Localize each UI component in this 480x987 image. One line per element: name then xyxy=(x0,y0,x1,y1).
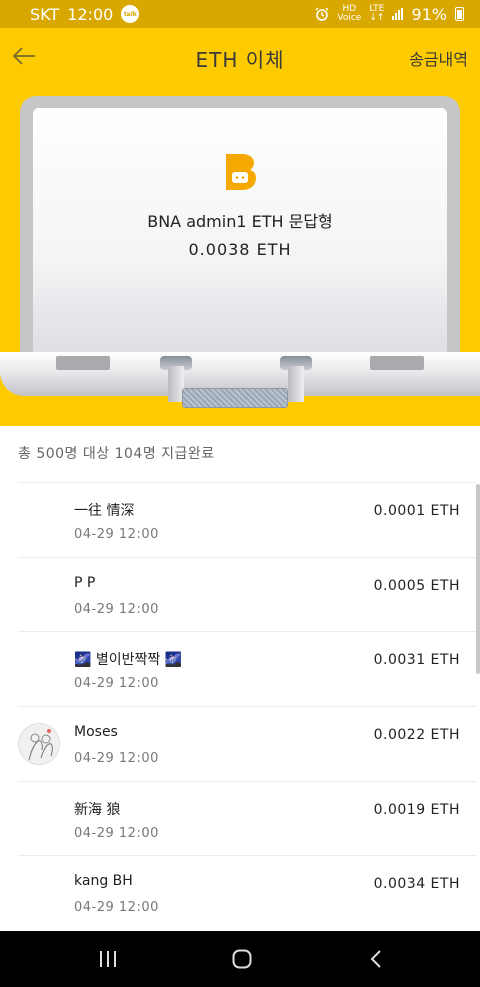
bna-logo-icon xyxy=(226,154,256,190)
sketch-avatar-icon xyxy=(19,724,59,765)
briefcase-latch-right xyxy=(370,356,424,370)
battery-icon xyxy=(455,7,464,21)
briefcase-latch-left xyxy=(56,356,110,370)
transfer-header: ETH 이체 송금내역 BNA admin1 ETH 문답형 0.0038 ET… xyxy=(0,28,480,426)
scrollbar[interactable] xyxy=(476,484,480,674)
carrier-label: SKT xyxy=(30,4,60,24)
recipient-name: kang BH xyxy=(74,873,133,890)
home-icon xyxy=(232,949,252,969)
list-item[interactable]: Moses 04-29 12:00 0.0022 ETH xyxy=(18,706,476,781)
recipient-time: 04-29 12:00 xyxy=(74,825,159,841)
hd-voice-icon: HD Voice xyxy=(337,4,362,23)
clock: 12:00 xyxy=(67,4,114,24)
recipient-amount: 0.0031 ETH xyxy=(373,652,460,669)
recipient-amount: 0.0022 ETH xyxy=(373,727,460,744)
recipient-amount: 0.0001 ETH xyxy=(373,503,460,519)
recipient-time: 04-29 12:00 xyxy=(74,601,159,617)
list-item[interactable]: 🌌 별이반짝짝 🌌 04-29 12:00 0.0031 ETH xyxy=(18,631,476,706)
alarm-icon xyxy=(315,7,329,21)
briefcase-handle xyxy=(182,388,288,408)
recipient-name: 🌌 별이반짝짝 🌌 xyxy=(74,652,183,669)
recipient-name: 一往 情深 xyxy=(74,503,135,519)
recipient-time: 04-29 12:00 xyxy=(74,751,159,767)
page-title: ETH 이체 xyxy=(195,48,285,72)
list-item[interactable]: 新海 狼 04-29 12:00 0.0019 ETH xyxy=(18,780,476,856)
recent-apps-icon xyxy=(100,951,116,967)
transfer-amount: 0.0038 ETH xyxy=(188,240,292,259)
recipient-amount: 0.0019 ETH xyxy=(373,801,460,818)
transfer-history-link[interactable]: 송금내역 xyxy=(409,46,468,70)
status-bar: SKT 12:00 talk HD Voice LTE ↓↑ 91% xyxy=(0,0,480,28)
recipient-name: P P xyxy=(74,574,96,591)
recipient-name: Moses xyxy=(74,724,118,741)
transfer-name: BNA admin1 ETH 문답형 xyxy=(147,212,333,231)
lte-icon: LTE ↓↑ xyxy=(369,4,385,23)
recipient-time: 04-29 12:00 xyxy=(74,900,159,916)
recipient-amount: 0.0005 ETH xyxy=(373,577,460,594)
list-item[interactable]: kang BH 04-29 12:00 0.0034 ETH xyxy=(18,855,476,930)
recipient-time: 04-29 12:00 xyxy=(74,527,159,542)
list-item[interactable]: P P 04-29 12:00 0.0005 ETH xyxy=(18,556,476,632)
recent-apps-button[interactable] xyxy=(78,931,138,987)
back-icon xyxy=(370,950,381,968)
list-item[interactable]: 一往 情深 04-29 12:00 0.0001 ETH xyxy=(18,482,476,557)
kakaotalk-notification-icon: talk xyxy=(121,5,140,23)
signal-icon xyxy=(392,8,404,20)
avatar xyxy=(18,723,60,766)
battery-percent: 91% xyxy=(411,4,447,24)
recipient-time: 04-29 12:00 xyxy=(74,676,159,692)
recipient-list: 一往 情深 04-29 12:00 0.0001 ETH P P 04-29 1… xyxy=(0,482,480,930)
recipient-amount: 0.0034 ETH xyxy=(373,876,460,893)
briefcase-handle-post-right xyxy=(288,366,304,402)
nav-back-button[interactable] xyxy=(346,931,406,987)
home-button[interactable] xyxy=(212,931,272,987)
navigation-bar xyxy=(0,931,480,987)
distribution-summary: 총 500명 대상 104명 지급완료 xyxy=(18,446,215,462)
recipient-name: 新海 狼 xyxy=(74,801,121,818)
